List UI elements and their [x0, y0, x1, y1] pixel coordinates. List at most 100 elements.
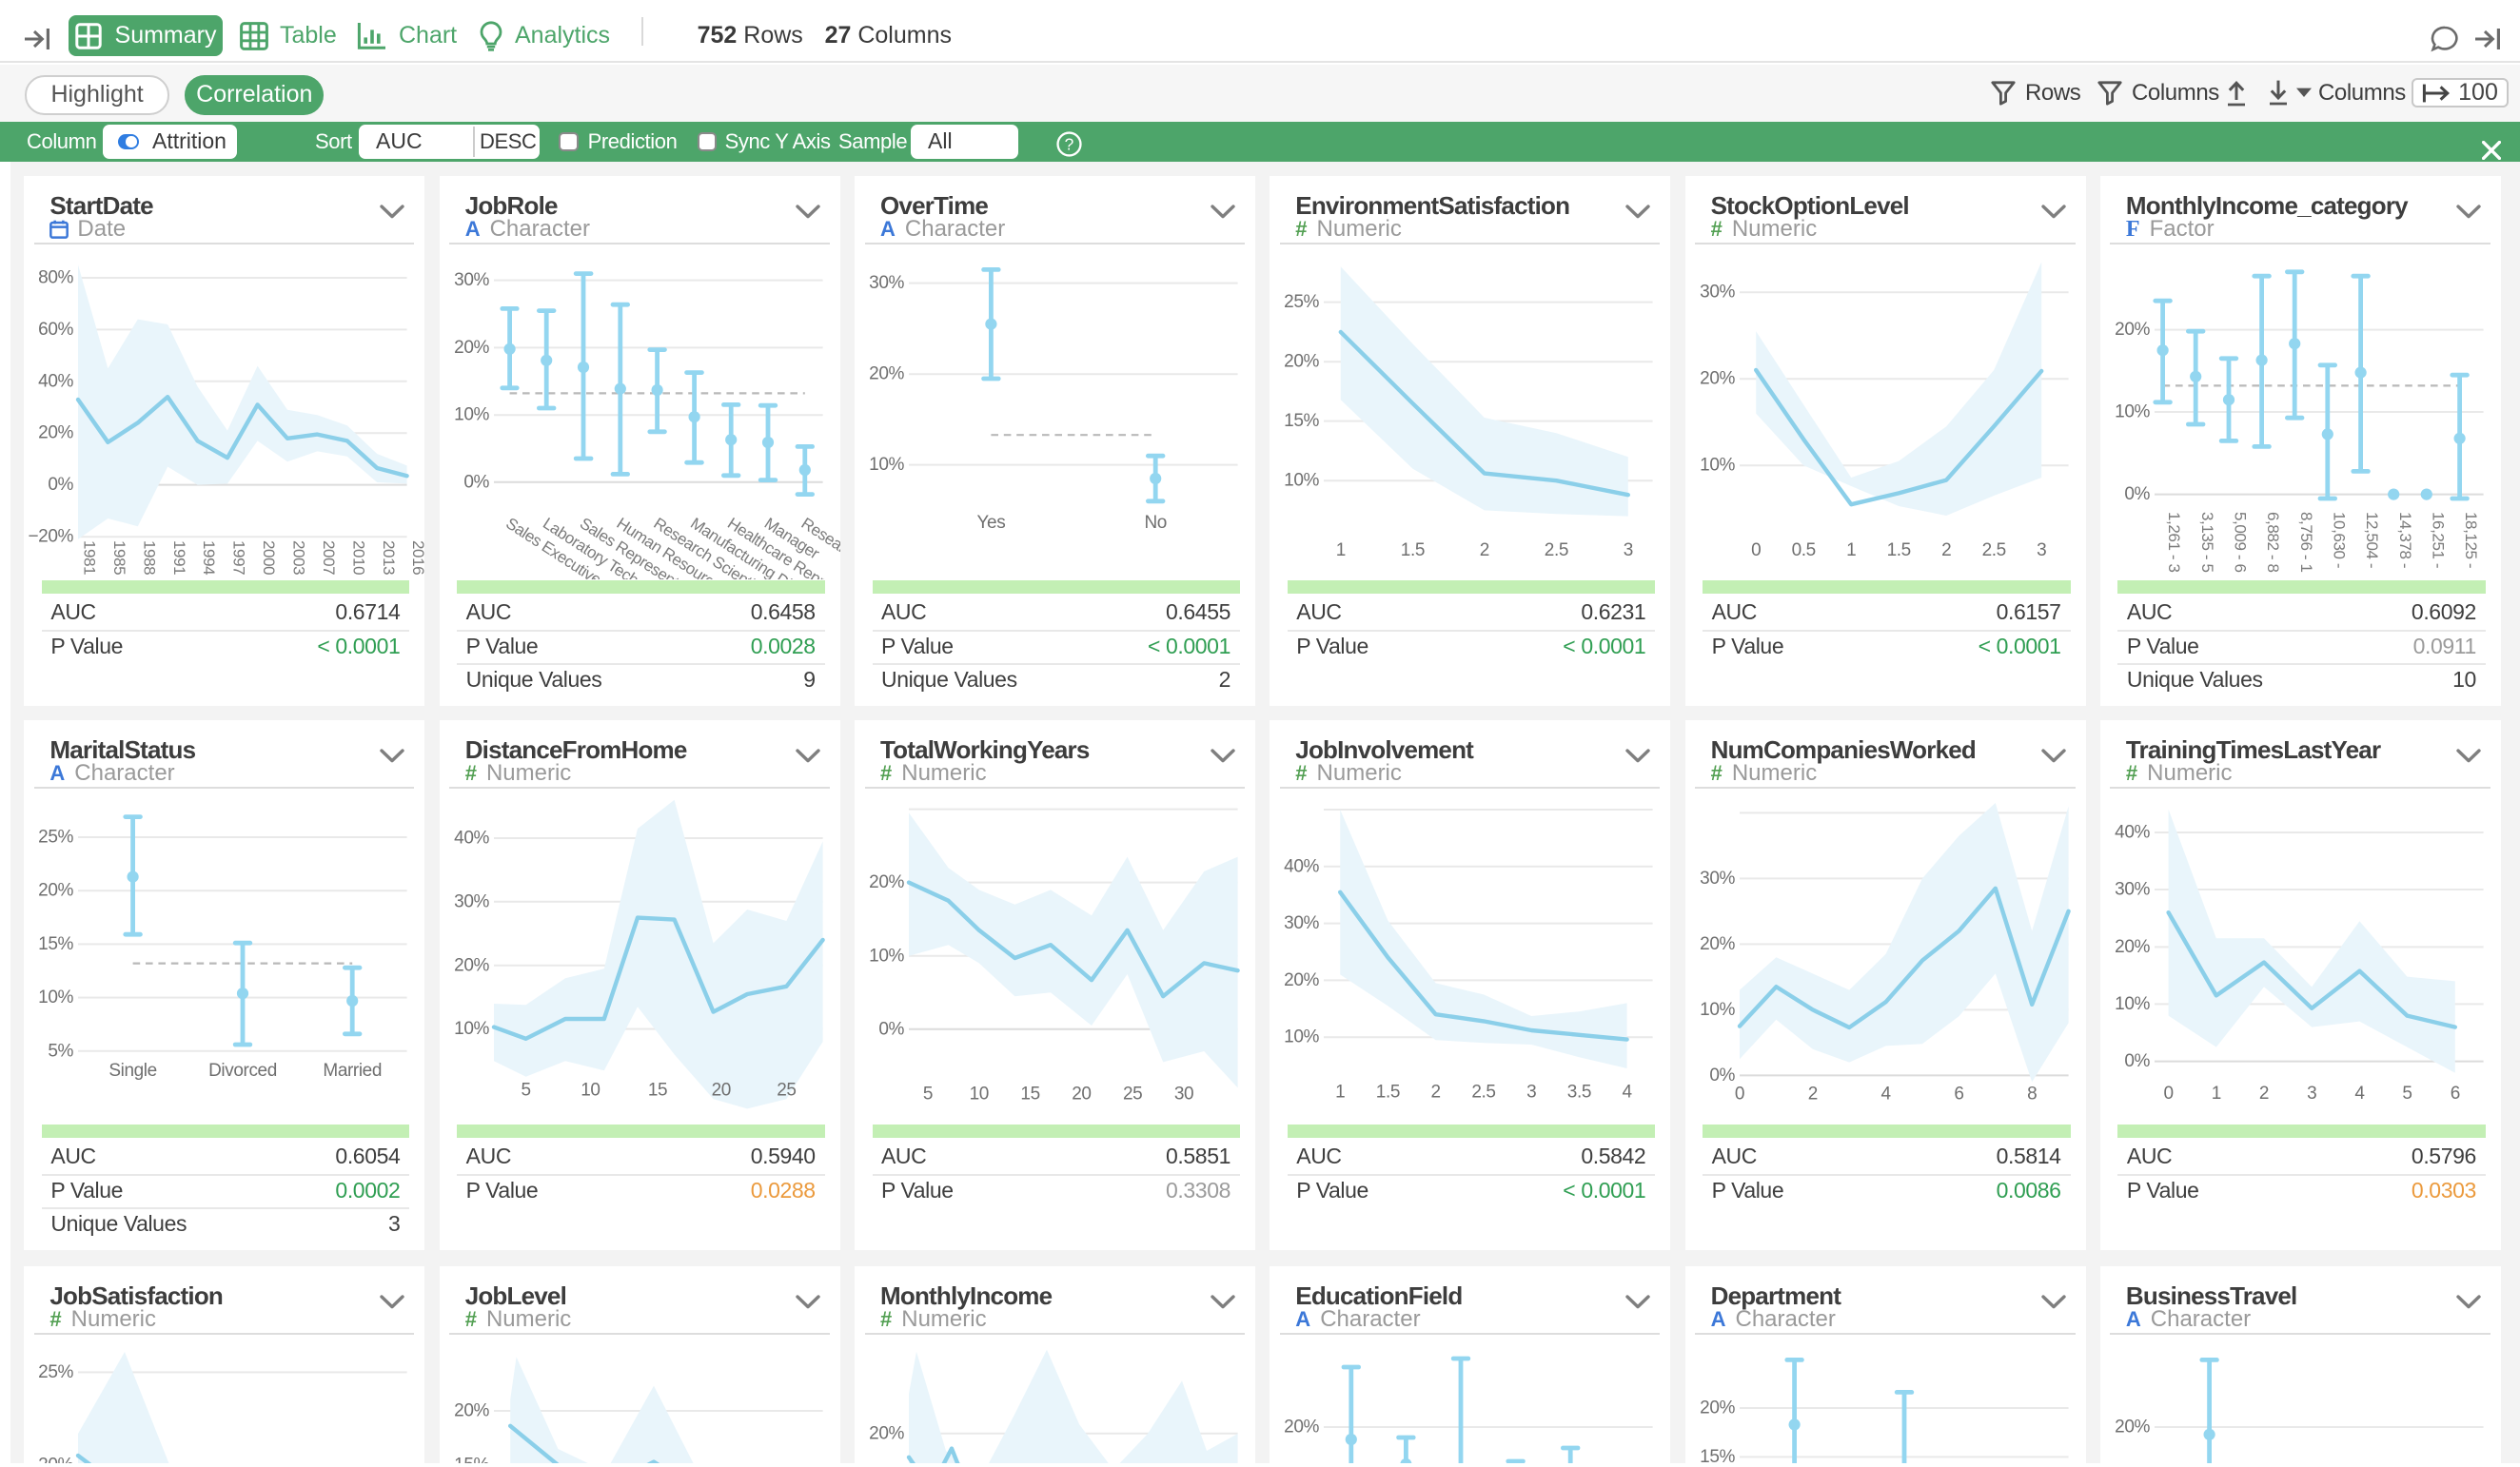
svg-text:−20%: −20% [29, 527, 74, 547]
svg-text:10%: 10% [869, 946, 904, 966]
svg-text:3.5: 3.5 [1567, 1083, 1591, 1103]
svg-text:Divorced: Divorced [209, 1061, 278, 1081]
svg-text:40%: 40% [2115, 823, 2150, 843]
svg-text:25: 25 [1123, 1085, 1142, 1105]
svg-text:0: 0 [1751, 540, 1761, 560]
svg-text:1: 1 [2212, 1084, 2221, 1104]
svg-text:30%: 30% [1700, 283, 1735, 303]
svg-text:40%: 40% [1284, 856, 1319, 876]
svg-text:4: 4 [1623, 1083, 1633, 1103]
svg-text:20%: 20% [1700, 934, 1735, 954]
svg-text:?: ? [1065, 134, 1074, 153]
svg-text:2.5: 2.5 [1981, 540, 2005, 560]
svg-text:2: 2 [1941, 540, 1951, 560]
svg-text:20%: 20% [454, 1401, 489, 1421]
svg-text:15: 15 [648, 1081, 667, 1101]
svg-text:20%: 20% [2115, 937, 2150, 957]
svg-text:10%: 10% [2115, 402, 2150, 422]
svg-text:20%: 20% [2115, 1418, 2150, 1438]
svg-text:25: 25 [777, 1081, 796, 1101]
svg-text:1: 1 [1846, 540, 1856, 560]
svg-text:10%: 10% [1284, 1027, 1319, 1047]
svg-text:3,135 - 5: 3,135 - 5 [2198, 512, 2216, 573]
svg-text:2010: 2010 [350, 540, 368, 575]
svg-text:1988: 1988 [141, 540, 159, 575]
svg-text:20%: 20% [454, 338, 489, 358]
svg-text:4: 4 [1880, 1085, 1891, 1105]
svg-text:1994: 1994 [201, 540, 219, 575]
svg-text:12,504 -: 12,504 - [2363, 512, 2381, 568]
svg-text:6,882 - 8: 6,882 - 8 [2264, 512, 2282, 573]
svg-text:0%: 0% [2124, 484, 2150, 504]
svg-text:0.5: 0.5 [1791, 540, 1815, 560]
svg-text:80%: 80% [39, 268, 74, 288]
svg-text:3: 3 [2307, 1084, 2316, 1104]
svg-text:30: 30 [1174, 1085, 1193, 1105]
svg-text:40%: 40% [454, 829, 489, 849]
svg-text:30%: 30% [2115, 880, 2150, 900]
svg-text:0%: 0% [878, 1019, 904, 1039]
svg-text:Married: Married [324, 1061, 383, 1081]
svg-text:1.5: 1.5 [1401, 540, 1425, 560]
svg-text:20%: 20% [869, 1423, 904, 1443]
svg-text:1,261 - 3: 1,261 - 3 [2165, 512, 2183, 573]
svg-text:60%: 60% [39, 320, 74, 340]
svg-text:10%: 10% [454, 405, 489, 425]
svg-text:30%: 30% [869, 273, 904, 293]
svg-text:2.5: 2.5 [1472, 1083, 1496, 1103]
svg-text:8,756 - 1: 8,756 - 1 [2297, 512, 2315, 573]
svg-text:2000: 2000 [261, 540, 279, 575]
svg-text:30%: 30% [1700, 869, 1735, 889]
svg-text:1981: 1981 [81, 540, 99, 575]
svg-text:25%: 25% [39, 828, 74, 848]
svg-text:15%: 15% [39, 934, 74, 954]
svg-text:1: 1 [1335, 1083, 1345, 1103]
svg-text:16,251 -: 16,251 - [2429, 512, 2447, 568]
svg-text:2016: 2016 [410, 540, 425, 575]
svg-text:20: 20 [1072, 1085, 1091, 1105]
svg-text:10%: 10% [1700, 456, 1735, 476]
svg-text:0: 0 [1735, 1085, 1744, 1105]
svg-text:No: No [1144, 513, 1167, 533]
svg-text:Yes: Yes [977, 513, 1006, 533]
svg-text:15%: 15% [1284, 411, 1319, 431]
svg-text:5: 5 [2402, 1084, 2412, 1104]
svg-text:20%: 20% [454, 955, 489, 975]
svg-text:2: 2 [1431, 1083, 1441, 1103]
svg-text:18,125 -: 18,125 - [2462, 512, 2480, 568]
svg-text:30%: 30% [454, 891, 489, 911]
svg-text:20: 20 [711, 1081, 730, 1101]
svg-text:20%: 20% [1700, 369, 1735, 389]
svg-text:4: 4 [2354, 1084, 2365, 1104]
svg-text:20%: 20% [39, 423, 74, 443]
svg-text:20%: 20% [39, 1456, 74, 1463]
svg-text:30%: 30% [454, 270, 489, 290]
svg-text:20%: 20% [869, 364, 904, 384]
svg-text:10%: 10% [39, 988, 74, 1007]
svg-text:10: 10 [581, 1081, 600, 1101]
svg-text:1.5: 1.5 [1376, 1083, 1400, 1103]
svg-text:15%: 15% [454, 1456, 489, 1463]
svg-text:0%: 0% [49, 475, 74, 495]
svg-text:10%: 10% [1284, 471, 1319, 491]
svg-text:20%: 20% [1284, 352, 1319, 372]
svg-text:2: 2 [1807, 1085, 1817, 1105]
svg-text:10%: 10% [454, 1019, 489, 1039]
svg-text:3: 3 [2037, 540, 2046, 560]
svg-text:0%: 0% [2124, 1051, 2150, 1071]
svg-text:5: 5 [923, 1085, 933, 1105]
svg-text:10%: 10% [1700, 1000, 1735, 1020]
svg-text:20%: 20% [1700, 1399, 1735, 1418]
svg-text:3: 3 [1526, 1083, 1536, 1103]
svg-text:10%: 10% [2115, 994, 2150, 1014]
svg-text:15: 15 [1020, 1085, 1039, 1105]
svg-text:14,378 -: 14,378 - [2396, 512, 2414, 568]
svg-text:25%: 25% [39, 1362, 74, 1382]
svg-text:8: 8 [2027, 1085, 2037, 1105]
svg-text:0%: 0% [463, 473, 489, 493]
svg-text:5,009 - 6: 5,009 - 6 [2231, 512, 2249, 573]
svg-text:10,630 -: 10,630 - [2330, 512, 2348, 568]
svg-text:0: 0 [2163, 1084, 2173, 1104]
svg-text:6: 6 [1954, 1085, 1963, 1105]
svg-text:20%: 20% [2115, 320, 2150, 340]
